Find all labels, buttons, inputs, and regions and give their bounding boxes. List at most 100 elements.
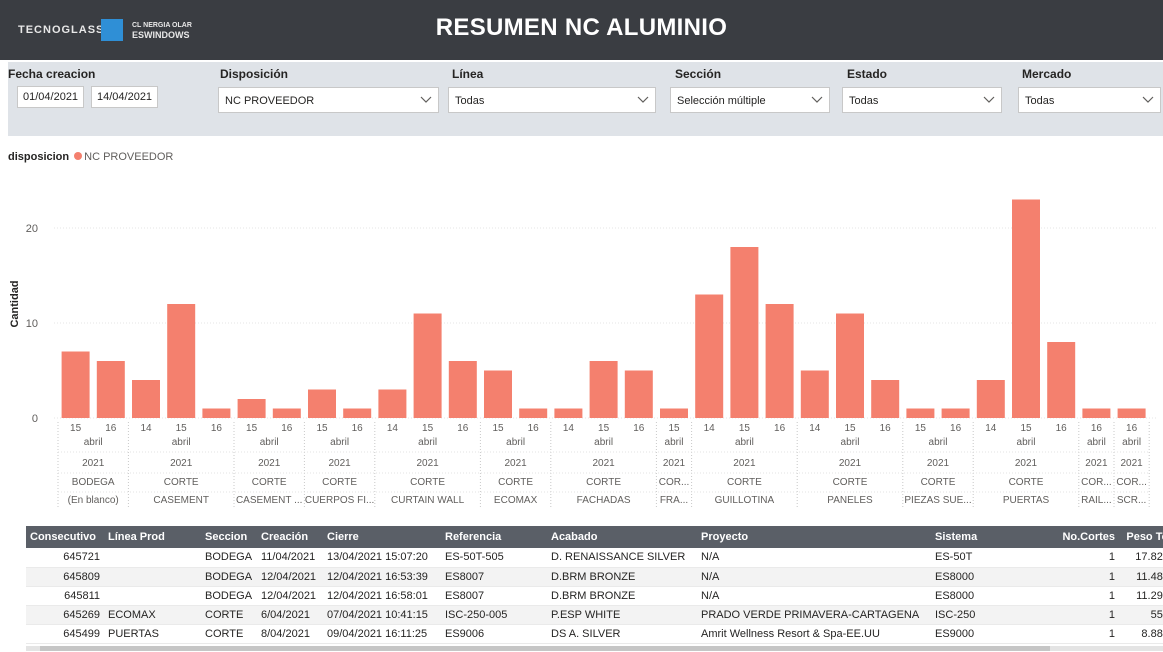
column-header[interactable]: Proyecto	[697, 526, 931, 548]
x-tick-day-label: 15	[1020, 423, 1032, 434]
bar	[96, 361, 125, 418]
x-group-label: CUERPOS FI...	[305, 495, 374, 506]
chevron-down-icon	[420, 96, 432, 103]
table-cell: 1	[1029, 548, 1119, 568]
bar	[836, 313, 864, 418]
chevron-down-icon	[1142, 96, 1154, 103]
table-cell: ISC-250	[931, 605, 1029, 625]
x-group-label: GUILLOTINA	[715, 495, 775, 506]
column-header[interactable]: Línea Prod	[104, 526, 201, 548]
table-cell: P.ESP WHITE	[547, 605, 697, 625]
disposicion-label: Disposición	[220, 67, 289, 81]
table-cell: 13/04/2021 15:07:20	[323, 548, 441, 568]
table-row[interactable]: 645809 BODEGA 12/04/2021 12/04/2021 16:53:3…	[26, 567, 1163, 587]
y-axis-label: Cantidad	[9, 280, 21, 327]
table-cell: 6/04/2021	[257, 605, 323, 625]
column-header[interactable]: Sistema	[931, 526, 1029, 548]
x-group-label: 2021	[839, 458, 862, 469]
table-cell: 09/04/2021 16:11:25	[323, 624, 441, 644]
mercado-value: Todas	[1025, 95, 1055, 107]
bar	[61, 351, 90, 418]
x-tick-day-label: 14	[704, 423, 716, 434]
bar-chart: 0 10 20 Cantidad 15 16 14 15 16 15 16 15 16 14 15 16 15 1…	[9, 199, 1158, 508]
linea-label: Línea	[452, 67, 484, 81]
table-cell: ES9000	[931, 624, 1029, 644]
table-cell: 11/04/2021	[257, 548, 323, 568]
x-group-label: PANELES	[827, 495, 873, 506]
table-cell	[104, 567, 201, 587]
table-row[interactable]: 645499 PUERTAS CORTE 8/04/2021 09/04/2021 16…	[26, 624, 1163, 644]
x-tick-day-label: 14	[140, 423, 152, 434]
mercado-dropdown[interactable]: Todas	[1018, 87, 1161, 113]
x-tick-day-label: 15	[668, 423, 680, 434]
table-cell: 12/04/2021 16:58:01	[323, 586, 441, 606]
x-tick-day-label: 16	[457, 423, 469, 434]
table-cell: 12/04/2021 16:53:39	[323, 567, 441, 587]
x-tick-day-label: 16	[281, 423, 293, 434]
x-group-label: CORTE	[1009, 477, 1044, 488]
x-group-label: COR...	[1081, 477, 1112, 488]
estado-dropdown[interactable]: Todas	[842, 87, 1002, 113]
x-group-label: COR...	[1116, 477, 1147, 488]
x-group-label: abril	[172, 437, 191, 448]
x-group-label: abril	[735, 437, 754, 448]
x-group-label: abril	[330, 437, 349, 448]
x-group-label: abril	[1017, 437, 1036, 448]
x-group-label: CORTE	[322, 477, 357, 488]
bar	[167, 304, 196, 418]
table-cell: 8.886,	[1119, 624, 1163, 644]
x-group-label: CORTE	[586, 477, 621, 488]
disposicion-dropdown[interactable]: NC PROVEEDOR	[218, 87, 439, 113]
x-group-label: abril	[594, 437, 613, 448]
x-group-label: CURTAIN WALL	[391, 495, 465, 506]
table-row[interactable]: 645721 BODEGA 11/04/2021 13/04/2021 15:07:2…	[26, 548, 1163, 568]
column-header[interactable]: Creación	[257, 526, 323, 548]
column-header[interactable]: Consecutivo	[26, 526, 104, 548]
linea-dropdown[interactable]: Todas	[448, 87, 656, 113]
table-cell: 645499	[26, 624, 104, 644]
column-header[interactable]: No.Cortes	[1029, 526, 1119, 548]
x-tick-day-label: 16	[880, 423, 892, 434]
column-header[interactable]: Acabado	[547, 526, 697, 548]
table-cell	[104, 586, 201, 606]
x-tick-day-label: 16	[633, 423, 645, 434]
bar	[624, 370, 653, 418]
seccion-dropdown[interactable]: Selección múltiple	[670, 87, 830, 113]
filter-panel: Fecha creacion 01/04/2021 14/04/2021 Dis…	[8, 62, 1163, 136]
bar	[1082, 408, 1111, 418]
date-start-input[interactable]: 01/04/2021	[17, 86, 84, 108]
table-row[interactable]: 645811 BODEGA 12/04/2021 12/04/2021 16:58:0…	[26, 586, 1163, 606]
horizontal-scrollbar-thumb[interactable]	[40, 646, 1050, 651]
table-cell: BODEGA	[201, 586, 257, 606]
x-group-label: 2021	[416, 458, 439, 469]
column-header[interactable]: Seccion	[201, 526, 257, 548]
table-cell: DS A. SILVER	[547, 624, 697, 644]
table-cell: 645811	[26, 586, 104, 606]
detail-table: Consecutivo Línea Prod Seccion Creación Cier…	[26, 526, 1163, 648]
table-row[interactable]: 645269 ECOMAX CORTE 6/04/2021 07/04/2021 10:…	[26, 605, 1163, 625]
x-tick-day-label: 15	[422, 423, 434, 434]
table-header-row: Consecutivo Línea Prod Seccion Creación Cier…	[26, 526, 1163, 548]
table-cell: 1	[1029, 586, 1119, 606]
table-cell: 07/04/2021 10:41:15	[323, 605, 441, 625]
x-group-label: abril	[841, 437, 860, 448]
x-tick-day-label: 15	[598, 423, 610, 434]
x-group-label: SCR...	[1117, 495, 1146, 506]
x-group-label: 2021	[82, 458, 105, 469]
bar	[343, 408, 372, 418]
bar	[976, 380, 1005, 418]
table-cell: ES8007	[441, 567, 547, 587]
x-group-label: 2021	[170, 458, 193, 469]
column-header[interactable]: Cierre	[323, 526, 441, 548]
bar	[484, 370, 512, 418]
x-tick-day-label: 16	[774, 423, 786, 434]
date-end-input[interactable]: 14/04/2021	[91, 86, 158, 108]
table-cell: ES8000	[931, 567, 1029, 587]
column-header[interactable]: Referencia	[441, 526, 547, 548]
bar	[695, 294, 724, 418]
disposicion-value: NC PROVEEDOR	[225, 95, 315, 107]
x-group-label: ECOMAX	[494, 495, 538, 506]
column-header[interactable]: Peso Tot	[1119, 526, 1163, 548]
table-cell: ES8000	[931, 586, 1029, 606]
table-cell: Amrit Wellness Resort & Spa-EE.UU	[697, 624, 931, 644]
